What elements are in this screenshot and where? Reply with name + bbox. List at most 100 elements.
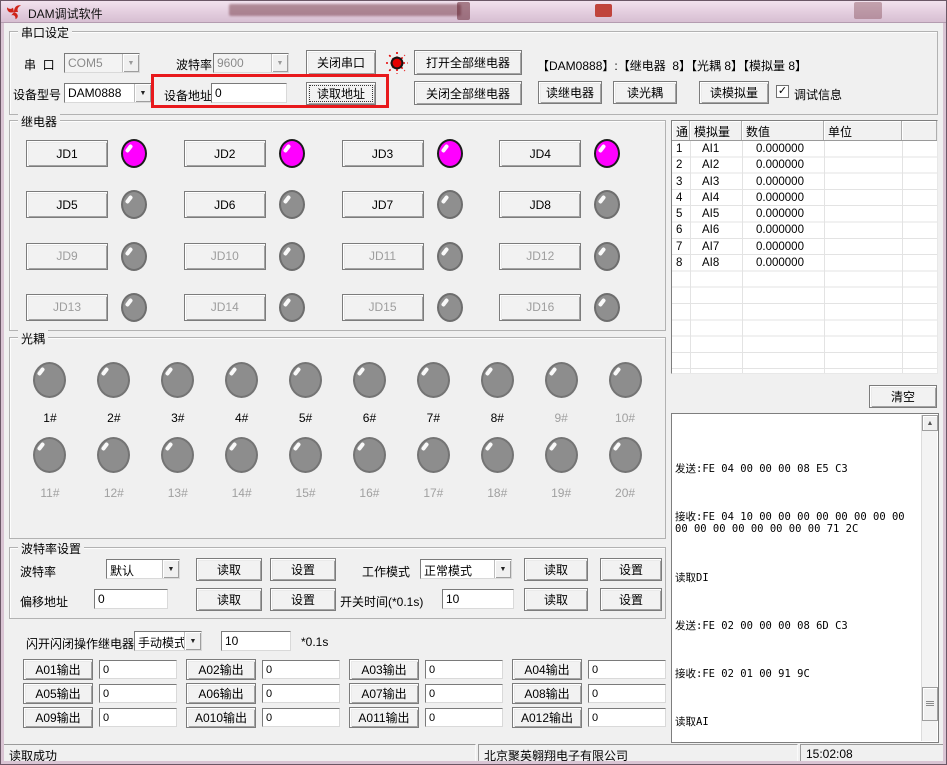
baud-setting-select[interactable]: 默认 ▼ bbox=[106, 559, 180, 579]
output-value-input[interactable] bbox=[425, 660, 503, 679]
output-value-input[interactable] bbox=[425, 684, 503, 703]
opto-label: 6# bbox=[363, 411, 376, 425]
output-cell: A07输出 bbox=[349, 683, 507, 704]
output-button[interactable]: A09输出 bbox=[23, 707, 93, 728]
comm-log[interactable]: 发送:FE 04 00 00 00 08 E5 C3 接收:FE 04 10 0… bbox=[671, 413, 939, 743]
output-value-input[interactable] bbox=[425, 708, 503, 727]
column-header-channel[interactable]: 通 bbox=[672, 121, 690, 140]
relay-button[interactable]: JD3 bbox=[342, 140, 424, 167]
log-line: 读取AI bbox=[675, 716, 920, 728]
cell-value: 0.000000 bbox=[742, 141, 824, 157]
relay-button[interactable]: JD16 bbox=[499, 294, 581, 321]
output-button[interactable]: A07输出 bbox=[349, 683, 419, 704]
offset-set-button[interactable]: 设置 bbox=[270, 588, 336, 611]
relay-button[interactable]: JD9 bbox=[26, 243, 108, 270]
table-row[interactable]: 6 AI6 0.000000 bbox=[672, 222, 937, 238]
device-model-select[interactable]: DAM0888 ▼ bbox=[64, 83, 152, 103]
read-address-button[interactable]: 读取地址 bbox=[306, 82, 376, 105]
relay-button[interactable]: JD12 bbox=[499, 243, 581, 270]
relay-cell: JD15 bbox=[342, 293, 500, 322]
column-header-analog[interactable]: 模拟量 bbox=[690, 121, 742, 140]
read-opto-button[interactable]: 读光耦 bbox=[613, 81, 677, 104]
output-value-input[interactable] bbox=[588, 660, 666, 679]
output-value-input[interactable] bbox=[99, 684, 177, 703]
relay-button[interactable]: JD13 bbox=[26, 294, 108, 321]
log-line: 发送:FE 04 00 00 00 08 E5 C3 bbox=[675, 463, 920, 475]
log-scrollbar[interactable]: ▲ bbox=[921, 415, 937, 741]
output-button[interactable]: A02输出 bbox=[186, 659, 256, 680]
table-row[interactable]: 8 AI8 0.000000 bbox=[672, 255, 937, 271]
relay-button[interactable]: JD14 bbox=[184, 294, 266, 321]
table-row[interactable]: 2 AI2 0.000000 bbox=[672, 157, 937, 173]
offset-address-input[interactable] bbox=[94, 589, 168, 609]
cell-value: 0.000000 bbox=[742, 239, 824, 255]
baud-set-button[interactable]: 设置 bbox=[270, 558, 336, 581]
output-button[interactable]: A06输出 bbox=[186, 683, 256, 704]
output-button[interactable]: A05输出 bbox=[23, 683, 93, 704]
opto-led-indicator bbox=[609, 362, 642, 398]
switch-time-set-button[interactable]: 设置 bbox=[600, 588, 662, 611]
output-value-input[interactable] bbox=[262, 684, 340, 703]
relay-button[interactable]: JD2 bbox=[184, 140, 266, 167]
open-all-relays-button[interactable]: 打开全部继电器 bbox=[414, 50, 522, 75]
serial-settings-group: 串口设定 串 口 COM5 ▼ 波特率 9600 ▼ 关闭串口 打开全部继电器 … bbox=[9, 31, 938, 115]
output-button[interactable]: A08输出 bbox=[512, 683, 582, 704]
output-button[interactable]: A03输出 bbox=[349, 659, 419, 680]
read-analog-button[interactable]: 读模拟量 bbox=[699, 81, 769, 104]
output-value-input[interactable] bbox=[99, 660, 177, 679]
flash-time-input[interactable] bbox=[221, 631, 291, 651]
scroll-up-icon[interactable]: ▲ bbox=[922, 415, 938, 431]
cell-value: 0.000000 bbox=[742, 206, 824, 222]
flash-mode-select[interactable]: 手动模式 ▼ bbox=[134, 631, 202, 651]
close-all-relays-button[interactable]: 关闭全部继电器 bbox=[414, 81, 522, 105]
output-button[interactable]: A012输出 bbox=[512, 707, 582, 728]
device-address-input[interactable] bbox=[211, 83, 287, 103]
opto-cell: 16# bbox=[338, 437, 402, 504]
relay-button[interactable]: JD1 bbox=[26, 140, 108, 167]
work-mode-set-button[interactable]: 设置 bbox=[600, 558, 662, 581]
output-value-input[interactable] bbox=[588, 708, 666, 727]
relay-button[interactable]: JD15 bbox=[342, 294, 424, 321]
relay-button[interactable]: JD10 bbox=[184, 243, 266, 270]
relay-button[interactable]: JD5 bbox=[26, 191, 108, 218]
scrollbar-thumb[interactable] bbox=[922, 687, 938, 721]
relay-button[interactable]: JD11 bbox=[342, 243, 424, 270]
clear-log-button[interactable]: 清空 bbox=[869, 385, 937, 408]
output-value-input[interactable] bbox=[262, 708, 340, 727]
table-row[interactable]: 1 AI1 0.000000 bbox=[672, 141, 937, 157]
output-button[interactable]: A04输出 bbox=[512, 659, 582, 680]
cell-filler bbox=[902, 174, 937, 190]
offset-read-button[interactable]: 读取 bbox=[196, 588, 262, 611]
table-row[interactable]: 3 AI3 0.000000 bbox=[672, 174, 937, 190]
work-mode-select[interactable]: 正常模式 ▼ bbox=[420, 559, 512, 579]
opto-label: 7# bbox=[427, 411, 440, 425]
baud-read-button[interactable]: 读取 bbox=[196, 558, 262, 581]
relay-button[interactable]: JD7 bbox=[342, 191, 424, 218]
debug-info-checkbox[interactable]: ✓ bbox=[776, 85, 789, 98]
switch-time-read-button[interactable]: 读取 bbox=[524, 588, 588, 611]
table-row[interactable]: 4 AI4 0.000000 bbox=[672, 190, 937, 206]
relay-cell: JD16 bbox=[499, 293, 657, 322]
column-header-unit[interactable]: 单位 bbox=[824, 121, 902, 140]
output-button[interactable]: A011输出 bbox=[349, 707, 419, 728]
read-relay-button[interactable]: 读继电器 bbox=[538, 81, 602, 104]
output-button[interactable]: A010输出 bbox=[186, 707, 256, 728]
column-header-value[interactable]: 数值 bbox=[742, 121, 824, 140]
relay-button[interactable]: JD4 bbox=[499, 140, 581, 167]
output-value-input[interactable] bbox=[99, 708, 177, 727]
close-serial-button[interactable]: 关闭串口 bbox=[306, 50, 376, 75]
output-value-input[interactable] bbox=[262, 660, 340, 679]
device-info-text: 【DAM0888】:【继电器 8】【光耦 8】【模拟量 8】 bbox=[537, 57, 807, 74]
work-mode-read-button[interactable]: 读取 bbox=[524, 558, 588, 581]
output-button[interactable]: A01输出 bbox=[23, 659, 93, 680]
cell-filler bbox=[902, 239, 937, 255]
table-row[interactable]: 5 AI5 0.000000 bbox=[672, 206, 937, 222]
relay-button[interactable]: JD6 bbox=[184, 191, 266, 218]
opto-led-indicator bbox=[161, 437, 194, 473]
relay-button[interactable]: JD8 bbox=[499, 191, 581, 218]
opto-label: 11# bbox=[40, 486, 59, 500]
output-value-input[interactable] bbox=[588, 684, 666, 703]
switch-time-input[interactable] bbox=[442, 589, 514, 609]
table-row[interactable]: 7 AI7 0.000000 bbox=[672, 239, 937, 255]
cell-channel: 7 bbox=[672, 239, 690, 255]
